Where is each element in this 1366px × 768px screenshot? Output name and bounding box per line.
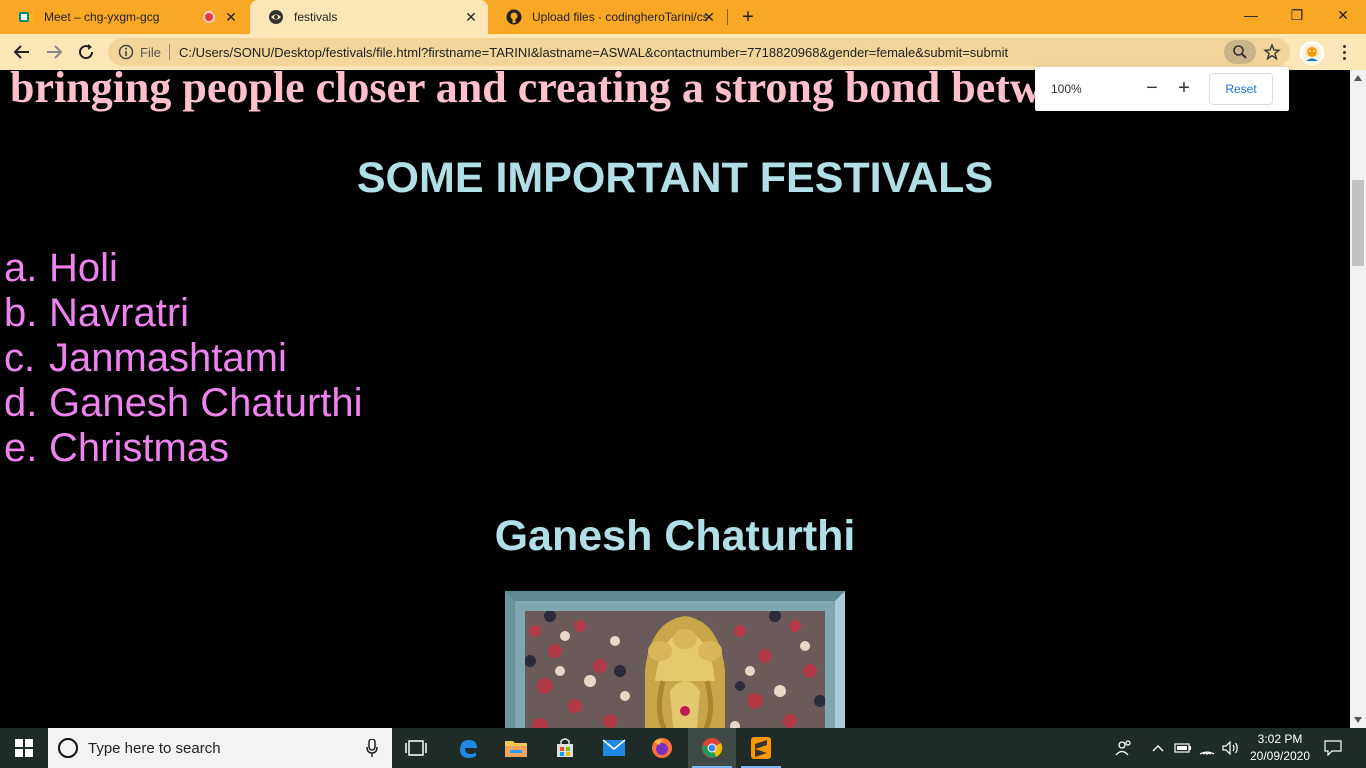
scroll-up-icon[interactable] xyxy=(1350,70,1366,86)
festival-name: Christmas xyxy=(49,426,230,470)
festival-name: Navratri xyxy=(49,291,190,335)
close-window-icon[interactable]: ✕ xyxy=(1320,0,1366,30)
list-item: e. Christmas xyxy=(4,426,363,471)
tab-github[interactable]: Upload files · codingheroTarini/cs ✕ xyxy=(488,0,726,34)
list-marker: a. xyxy=(4,246,38,290)
windows-start-icon[interactable] xyxy=(0,728,48,768)
tab-strip: Meet – chg-yxgm-gcg ✕ festivals ✕ Upload… xyxy=(0,0,1366,34)
page-viewport: bringing people closer and creating a st… xyxy=(0,70,1350,728)
omnibox-divider xyxy=(168,44,170,60)
forward-icon[interactable] xyxy=(42,40,66,64)
festival-name: Janmashtami xyxy=(49,336,287,380)
tab-festivals[interactable]: festivals ✕ xyxy=(250,0,488,34)
reload-icon[interactable] xyxy=(74,40,98,64)
festival-name: Holi xyxy=(49,246,118,290)
globe-icon xyxy=(268,9,284,25)
meet-icon xyxy=(18,9,34,25)
search-placeholder: Type here to search xyxy=(88,739,221,757)
battery-icon[interactable] xyxy=(1172,728,1194,768)
ganesh-heading: Ganesh Chaturthi xyxy=(494,512,856,560)
back-icon[interactable] xyxy=(10,40,34,64)
scroll-down-icon[interactable] xyxy=(1350,712,1366,728)
tab-title: festivals xyxy=(294,10,338,24)
sublime-text-icon[interactable] xyxy=(737,728,785,768)
festivals-heading: SOME IMPORTANT FESTIVALS xyxy=(356,154,994,202)
cortana-icon xyxy=(58,738,78,758)
chrome-taskbar-icon[interactable] xyxy=(688,728,736,768)
url-scheme: File xyxy=(140,44,161,60)
clock-time: 3:02 PM xyxy=(1257,732,1303,746)
github-icon xyxy=(506,9,522,25)
mail-icon[interactable] xyxy=(590,728,638,768)
list-item: d. Ganesh Chaturthi xyxy=(4,381,363,426)
notifications-icon[interactable] xyxy=(1318,728,1348,768)
edge-icon[interactable] xyxy=(444,728,492,768)
taskbar-search[interactable]: Type here to search xyxy=(48,728,392,768)
list-marker: c. xyxy=(4,336,36,380)
volume-icon[interactable] xyxy=(1220,728,1242,768)
festival-name: Ganesh Chaturthi xyxy=(49,381,363,425)
tab-meet[interactable]: Meet – chg-yxgm-gcg ✕ xyxy=(0,0,248,34)
wifi-icon[interactable] xyxy=(1196,728,1218,768)
store-icon[interactable] xyxy=(541,728,589,768)
list-item: a. Holi xyxy=(4,246,363,291)
tab-title: Meet – chg-yxgm-gcg xyxy=(44,10,160,24)
minimize-icon[interactable]: — xyxy=(1228,0,1274,30)
browser-toolbar: File C:/Users/SONU/Desktop/festivals/fil… xyxy=(0,34,1366,70)
new-tab-icon[interactable]: + xyxy=(738,6,758,28)
info-icon[interactable] xyxy=(118,44,134,60)
browser-menu-icon[interactable] xyxy=(1334,42,1354,62)
ganesh-idol-image xyxy=(525,611,825,728)
zoom-popup: 100% − + Reset xyxy=(1035,67,1289,111)
chevron-up-icon[interactable] xyxy=(1148,728,1168,768)
taskbar: Type here to search 3:02 PM 20/09/2020 xyxy=(0,728,1366,768)
system-clock[interactable]: 3:02 PM 20/09/2020 xyxy=(1240,731,1320,765)
vertical-scrollbar[interactable] xyxy=(1350,70,1366,728)
recording-indicator-icon xyxy=(203,11,215,23)
profile-avatar[interactable] xyxy=(1300,41,1324,65)
bookmark-star-icon[interactable] xyxy=(1262,42,1282,62)
festival-list: a. Holi b. Navratri c. Janmashtami d. Ganesh… xyxy=(4,246,363,471)
list-item: b. Navratri xyxy=(4,291,363,336)
microphone-icon[interactable] xyxy=(366,738,378,761)
url-text: C:/Users/SONU/Desktop/festivals/file.htm… xyxy=(178,44,1009,60)
file-explorer-icon[interactable] xyxy=(492,728,540,768)
close-tab-icon[interactable]: ✕ xyxy=(222,8,240,26)
firefox-icon[interactable] xyxy=(638,728,686,768)
list-marker: d. xyxy=(4,381,38,425)
task-view-icon[interactable] xyxy=(392,728,440,768)
address-bar[interactable]: File C:/Users/SONU/Desktop/festivals/fil… xyxy=(108,38,1290,66)
list-marker: b. xyxy=(4,291,38,335)
close-tab-icon[interactable]: ✕ xyxy=(462,8,480,26)
close-tab-icon[interactable]: ✕ xyxy=(700,8,718,26)
scrollbar-thumb[interactable] xyxy=(1352,180,1364,266)
clock-date: 20/09/2020 xyxy=(1249,749,1311,763)
ganesh-image-frame xyxy=(505,591,845,728)
list-marker: e. xyxy=(4,426,38,470)
restore-icon[interactable]: ❐ xyxy=(1274,0,1320,30)
people-icon[interactable] xyxy=(1110,728,1138,768)
zoom-in-button[interactable]: + xyxy=(1173,77,1195,99)
tab-title: Upload files · codingheroTarini/cs xyxy=(532,10,707,24)
zoom-level: 100% xyxy=(1051,82,1082,96)
zoom-reset-button[interactable]: Reset xyxy=(1209,73,1273,105)
zoom-out-button[interactable]: − xyxy=(1141,77,1163,99)
tab-separator xyxy=(727,9,728,25)
list-item: c. Janmashtami xyxy=(4,336,363,381)
zoom-icon[interactable] xyxy=(1224,40,1256,64)
